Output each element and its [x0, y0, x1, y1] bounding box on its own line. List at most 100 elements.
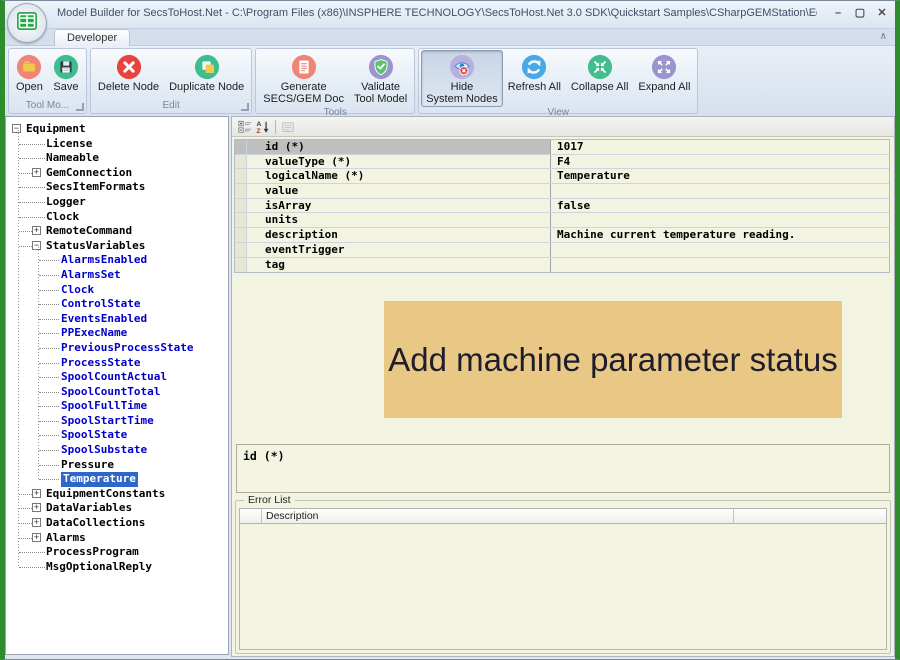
tree-node-label: ProcessState	[61, 356, 140, 371]
tree-node-gemconnection[interactable]: +GemConnection	[6, 166, 228, 181]
property-help-title: id (*)	[243, 449, 285, 463]
tree-node-datacollections[interactable]: +DataCollections	[6, 516, 228, 531]
tree-node-processstate[interactable]: ProcessState	[6, 356, 228, 371]
tree-node-spoolstarttime[interactable]: SpoolStartTime	[6, 414, 228, 429]
tab-developer[interactable]: Developer	[54, 29, 130, 46]
property-value[interactable]: Temperature	[551, 169, 889, 183]
collapse-all-button[interactable]: Collapse All	[566, 50, 633, 95]
tree-node-spoolfulltime[interactable]: SpoolFullTime	[6, 399, 228, 414]
button-label: SECS/GEM Doc	[263, 93, 344, 105]
expand-plus-icon[interactable]: +	[32, 503, 41, 512]
property-value[interactable]: Machine current temperature reading.	[551, 228, 889, 242]
property-name[interactable]: value	[247, 184, 551, 198]
property-name[interactable]: tag	[247, 258, 551, 273]
property-row-gutter	[235, 184, 247, 198]
tree-guide-line	[38, 247, 39, 480]
expand-plus-icon[interactable]: +	[32, 533, 41, 542]
property-value[interactable]: false	[551, 199, 889, 213]
validate-tool-model-button[interactable]: ValidateTool Model	[349, 50, 412, 107]
tree-node-label: Equipment	[26, 122, 86, 137]
property-value[interactable]	[551, 258, 889, 273]
tree-connector-line	[19, 246, 32, 247]
tree-node-eventsenabled[interactable]: EventsEnabled	[6, 312, 228, 327]
tree-node-spoolstate[interactable]: SpoolState	[6, 428, 228, 443]
button-label: System Nodes	[426, 93, 498, 105]
property-value[interactable]	[551, 243, 889, 257]
tree-node-spoolsubstate[interactable]: SpoolSubstate	[6, 443, 228, 458]
expand-all-button[interactable]: Expand All	[633, 50, 695, 95]
tree-node-secsitemformats[interactable]: SecsItemFormats	[6, 180, 228, 195]
open-button[interactable]: Open	[11, 50, 48, 95]
property-name[interactable]: units	[247, 213, 551, 227]
tree-node-alarmsset[interactable]: AlarmsSet	[6, 268, 228, 283]
tree-node-clock[interactable]: Clock	[6, 283, 228, 298]
hide-system-nodes-button[interactable]: HideSystem Nodes	[421, 50, 503, 107]
tree-node-statusvariables[interactable]: −StatusVariables	[6, 239, 228, 254]
error-column-description[interactable]: Description	[262, 509, 734, 523]
tree-node-equipmentconstants[interactable]: + EquipmentConstants	[6, 487, 228, 502]
refresh-all-button[interactable]: Refresh All	[503, 50, 566, 95]
dialog-launcher-icon[interactable]	[76, 103, 84, 111]
tree-node-spoolcountactual[interactable]: SpoolCountActual	[6, 370, 228, 385]
tree-node-pressure[interactable]: Pressure	[6, 458, 228, 473]
tree-node-nameable[interactable]: Nameable	[6, 151, 228, 166]
duplicate-node-button[interactable]: Duplicate Node	[164, 50, 249, 95]
categorized-icon[interactable]	[236, 119, 254, 135]
expand-plus-icon[interactable]: +	[32, 489, 41, 498]
save-button[interactable]: Save	[48, 50, 84, 95]
app-menu-button[interactable]	[7, 3, 47, 43]
tree-node-remotecommand[interactable]: +RemoteCommand	[6, 224, 228, 239]
property-value[interactable]	[551, 184, 889, 198]
expand-plus-icon[interactable]: +	[32, 226, 41, 235]
button-label: Save	[53, 81, 78, 93]
tree-node-license[interactable]: License	[6, 137, 228, 152]
tree-node-msgoptionalreply[interactable]: MsgOptionalReply	[6, 560, 228, 575]
ribbon-collapse-chevron-icon[interactable]: ∧	[880, 31, 887, 42]
dialog-launcher-icon[interactable]	[241, 103, 249, 111]
tree-node-spoolcounttotal[interactable]: SpoolCountTotal	[6, 385, 228, 400]
tree-node-processprogram[interactable]: ProcessProgram	[6, 545, 228, 560]
tree-node-label: ProcessProgram	[46, 545, 139, 560]
maximize-button[interactable]: ▢	[851, 5, 869, 21]
tree-node-previousprocessstate[interactable]: PreviousProcessState	[6, 341, 228, 356]
minimize-button[interactable]: –	[829, 5, 847, 21]
delete-node-button[interactable]: Delete Node	[93, 50, 164, 95]
tree-connector-line	[39, 377, 59, 378]
property-name[interactable]: description	[247, 228, 551, 242]
collapse-minus-icon[interactable]: −	[12, 124, 21, 133]
property-name[interactable]: valueType (*)	[247, 155, 551, 169]
sort-alphabetical-icon[interactable]: AZ	[254, 119, 272, 135]
button-label: Tool Model	[354, 93, 407, 105]
tree-node-clock[interactable]: Clock	[6, 210, 228, 225]
property-name[interactable]: id (*)	[247, 140, 551, 154]
property-name[interactable]: logicalName (*)	[247, 169, 551, 183]
tree-node-datavariables[interactable]: +DataVariables	[6, 501, 228, 516]
property-value[interactable]: F4	[551, 155, 889, 169]
tree-node-temperature[interactable]: Temperature	[6, 472, 228, 487]
tree-connector-line	[39, 406, 59, 407]
duplicate-node-icon	[194, 54, 220, 80]
property-value[interactable]	[551, 213, 889, 227]
property-name[interactable]: isArray	[247, 199, 551, 213]
tree-node-ppexecname[interactable]: PPExecName	[6, 326, 228, 341]
tree-node-label: SpoolCountActual	[61, 370, 167, 385]
expand-plus-icon[interactable]: +	[32, 168, 41, 177]
tree-node-alarmsenabled[interactable]: AlarmsEnabled	[6, 253, 228, 268]
tree-node-equipment[interactable]: −Equipment	[6, 122, 228, 137]
tree-node-label: EquipmentConstants	[46, 487, 165, 502]
generate-secs-gem-doc-button[interactable]: GenerateSECS/GEM Doc	[258, 50, 349, 107]
tree-node-alarms[interactable]: +Alarms	[6, 531, 228, 546]
tree-node-logger[interactable]: Logger	[6, 195, 228, 210]
property-pages-icon[interactable]	[279, 119, 297, 135]
property-value[interactable]: 1017	[551, 140, 889, 154]
tree-node-controlstate[interactable]: ControlState	[6, 297, 228, 312]
tree-node-label: MsgOptionalReply	[46, 560, 152, 575]
collapse-minus-icon[interactable]: −	[32, 241, 41, 250]
property-name[interactable]: eventTrigger	[247, 243, 551, 257]
tree-node-label: SpoolFullTime	[61, 399, 147, 414]
close-button[interactable]: ✕	[873, 5, 891, 21]
expand-plus-icon[interactable]: +	[32, 518, 41, 527]
error-column-2[interactable]	[734, 509, 886, 523]
error-column-0[interactable]	[240, 509, 262, 523]
tree-connector-line	[39, 392, 59, 393]
